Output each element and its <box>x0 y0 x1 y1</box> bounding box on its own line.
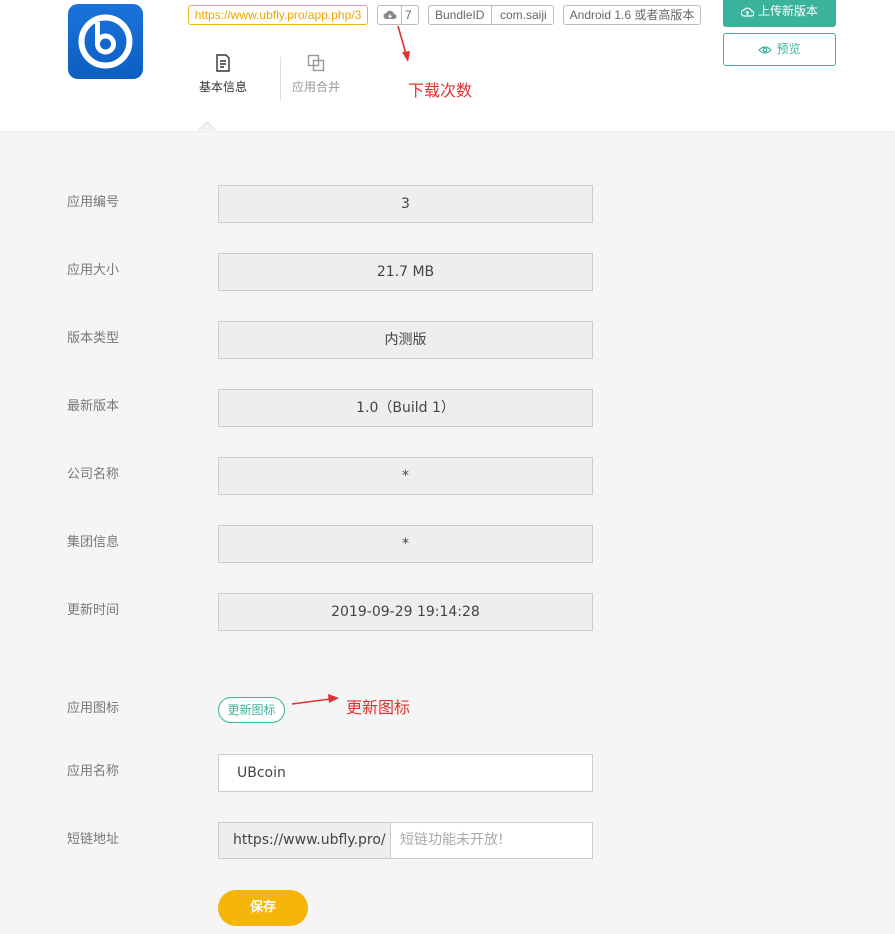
tab-label: 基本信息 <box>198 80 247 94</box>
cloud-download-icon <box>383 10 397 19</box>
company-name-label: 公司名称 <box>67 467 120 482</box>
app-logo-icon <box>78 14 133 69</box>
app-icon-label: 应用图标 <box>67 701 120 716</box>
short-link-label: 短链地址 <box>67 832 120 847</box>
annotation-download-count: 下载次数 <box>408 81 473 100</box>
upload-new-version-button[interactable]: 上传新版本 <box>723 0 836 27</box>
app-size-field: 21.7 MB <box>218 253 593 291</box>
app-name-label: 应用名称 <box>67 764 120 779</box>
group-info-field: * <box>218 525 593 563</box>
app-size-label: 应用大小 <box>67 263 120 278</box>
company-name-field: * <box>218 457 593 495</box>
download-count: 7 <box>405 8 412 22</box>
update-time-label: 更新时间 <box>67 603 120 618</box>
cloud-upload-icon <box>740 7 754 17</box>
badge-divider <box>401 6 402 24</box>
tab-app-merge[interactable]: 应用合并 <box>281 54 351 95</box>
short-link-input[interactable]: 短链功能未开放! <box>391 822 593 859</box>
active-tab-caret <box>199 123 215 131</box>
latest-version-field: 1.0（Build 1） <box>218 389 593 427</box>
bundle-id-label: BundleID <box>435 8 485 22</box>
tab-basic-info[interactable]: 基本信息 <box>188 54 258 95</box>
version-type-field: 内测版 <box>218 321 593 359</box>
annotation-arrow-down <box>397 25 410 62</box>
update-time-field: 2019-09-29 19:14:28 <box>218 593 593 631</box>
platform-badge: Android 1.6 或者高版本 <box>563 5 701 25</box>
annotation-update-icon: 更新图标 <box>346 698 411 717</box>
update-icon-button[interactable]: 更新图标 <box>218 697 285 723</box>
app-header: https://www.ubfly.pro/app.php/3 7 Bundle… <box>0 0 895 132</box>
latest-version-label: 最新版本 <box>67 399 120 414</box>
badge-divider <box>491 6 492 24</box>
app-name-input[interactable]: UBcoin <box>218 754 593 792</box>
document-icon <box>216 54 230 72</box>
version-type-label: 版本类型 <box>67 331 120 346</box>
eye-icon <box>758 45 773 54</box>
app-url-badge[interactable]: https://www.ubfly.pro/app.php/3 <box>188 5 368 25</box>
download-count-badge: 7 <box>377 5 419 25</box>
save-button[interactable]: 保存 <box>218 890 308 926</box>
preview-button-label: 预览 <box>776 42 801 56</box>
app-id-label: 应用编号 <box>67 195 120 210</box>
group-info-label: 集团信息 <box>67 535 120 550</box>
app-id-field: 3 <box>218 185 593 223</box>
preview-button[interactable]: 预览 <box>723 33 836 66</box>
app-logo <box>68 4 143 79</box>
bundle-id-value: com.saiji <box>500 8 547 22</box>
tab-label: 应用合并 <box>291 80 340 94</box>
copy-icon <box>307 54 325 72</box>
bundle-id-badge: BundleID com.saiji <box>428 5 554 25</box>
short-link-prefix: https://www.ubfly.pro/ <box>218 822 391 859</box>
upload-button-label: 上传新版本 <box>757 4 818 18</box>
annotation-arrow-right <box>291 694 339 705</box>
